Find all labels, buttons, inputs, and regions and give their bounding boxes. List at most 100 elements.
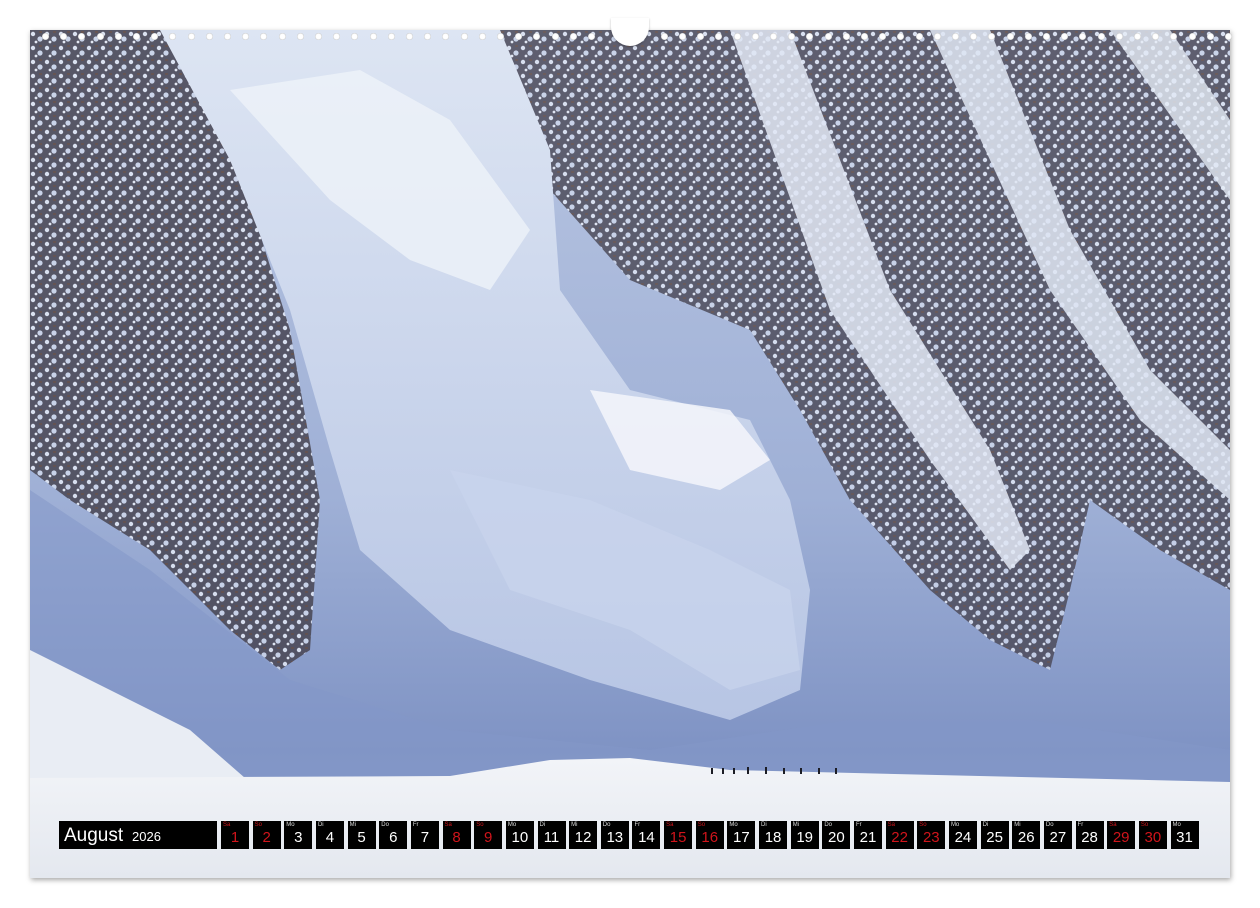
day-cell: Di 25 xyxy=(980,821,1009,849)
weekday-abbrev: Mo xyxy=(507,822,517,828)
binding-hole xyxy=(679,33,686,40)
weekday-abbrev: Mi xyxy=(792,822,800,828)
binding-hole xyxy=(1170,33,1177,40)
day-cell: Do 13 xyxy=(600,821,629,849)
day-number: 16 xyxy=(701,829,719,846)
day-number: 10 xyxy=(511,829,529,846)
day-number: 6 xyxy=(389,829,398,846)
day-number: 7 xyxy=(420,829,430,846)
day-cell: Do 20 xyxy=(822,821,851,849)
binding-hole xyxy=(1116,33,1123,40)
binding-hole xyxy=(497,33,504,40)
weekday-abbrev: So xyxy=(1140,822,1149,828)
day-number: 13 xyxy=(606,829,624,846)
day-number: 25 xyxy=(986,829,1003,846)
weekday-abbrev: Di xyxy=(761,822,767,828)
binding-hole xyxy=(188,33,195,40)
month-year: 2026 xyxy=(132,829,161,844)
calendar-page xyxy=(30,30,1230,878)
binding-hole xyxy=(916,33,923,40)
binding-hole xyxy=(752,33,759,40)
day-number: 12 xyxy=(574,829,592,846)
weekday-abbrev: Di xyxy=(317,822,324,828)
binding-hole xyxy=(242,33,249,40)
binding-hole xyxy=(788,33,795,40)
binding-hole xyxy=(297,33,304,40)
binding-hole xyxy=(60,33,67,40)
binding-hole xyxy=(115,33,122,40)
binding-hole xyxy=(1025,33,1032,40)
weekday-abbrev: Mi xyxy=(349,822,356,828)
binding-hole xyxy=(42,33,49,40)
day-number: 18 xyxy=(764,829,782,846)
binding-hole xyxy=(952,33,959,40)
day-cell: So 16 xyxy=(695,821,724,849)
day-cell: Mo 17 xyxy=(727,821,756,849)
binding-hole xyxy=(206,33,213,40)
weekday-abbrev: Di xyxy=(982,822,989,828)
binding-hole xyxy=(1061,33,1068,40)
weekday-abbrev: Mo xyxy=(729,822,738,828)
day-cell: So 9 xyxy=(474,821,503,849)
binding-hole xyxy=(970,33,977,40)
binding-hole xyxy=(169,33,176,40)
day-cell: Sa 8 xyxy=(442,821,471,849)
day-number: 29 xyxy=(1112,829,1130,846)
weekday-abbrev: Sa xyxy=(887,822,895,828)
weekday-abbrev: Sa xyxy=(223,822,231,828)
day-number: 23 xyxy=(922,829,940,846)
binding-hole xyxy=(697,33,704,40)
weekday-abbrev: Mi xyxy=(571,822,578,828)
day-number: 28 xyxy=(1081,829,1098,846)
binding-hole xyxy=(333,33,340,40)
day-cell: Do 27 xyxy=(1043,821,1072,849)
day-number: 17 xyxy=(733,829,750,846)
month-label-box: August 2026 xyxy=(59,821,217,849)
day-number: 1 xyxy=(230,829,240,846)
weekday-abbrev: Do xyxy=(602,822,611,828)
binding-hole xyxy=(97,33,104,40)
binding-hole xyxy=(715,33,722,40)
day-cell: Di 4 xyxy=(315,821,344,849)
day-cell: Sa 22 xyxy=(885,821,914,849)
binding-hole xyxy=(406,33,413,40)
mountain-photo xyxy=(30,30,1230,878)
day-cell: Fr 21 xyxy=(854,821,882,849)
binding-hole xyxy=(806,33,813,40)
binding-hole xyxy=(934,33,941,40)
day-cell: Di 11 xyxy=(537,821,566,849)
binding-hole xyxy=(533,33,540,40)
weekday-abbrev: Fr xyxy=(412,822,419,828)
day-number: 19 xyxy=(796,829,814,846)
weekday-abbrev: So xyxy=(476,822,484,828)
weekday-abbrev: Sa xyxy=(666,822,674,828)
weekday-abbrev: So xyxy=(254,822,262,828)
binding-hole xyxy=(897,33,904,40)
binding-hole xyxy=(370,33,377,40)
day-cell: Mi 12 xyxy=(569,821,598,849)
binding-hole xyxy=(843,33,850,40)
weekday-abbrev: Mi xyxy=(1014,822,1021,828)
binding-hole xyxy=(1152,33,1159,40)
weekday-abbrev: Fr xyxy=(1077,822,1084,828)
day-cell: Sa 15 xyxy=(664,821,693,849)
month-calendar-strip: August 2026 Sa 1 So 2 Mo 3 Di 4 Mi 5 Do 6 Fr 7 Sa 8 So 9 M… xyxy=(59,821,1203,849)
binding-hole xyxy=(133,33,140,40)
binding-hole xyxy=(770,33,777,40)
day-cell: Mo 3 xyxy=(284,821,313,849)
day-number: 30 xyxy=(1144,829,1162,846)
binding-hole xyxy=(861,33,868,40)
binding-hole xyxy=(661,33,668,40)
day-number: 31 xyxy=(1176,829,1193,846)
binding-hole xyxy=(461,33,468,40)
day-number: 8 xyxy=(452,829,461,846)
binding-hole xyxy=(1043,33,1050,40)
binding-hole xyxy=(1225,33,1232,40)
binding-hole xyxy=(570,33,577,40)
weekday-abbrev: Fr xyxy=(634,822,641,828)
weekday-abbrev: Di xyxy=(539,822,546,828)
binding-hole xyxy=(1189,33,1196,40)
day-number: 9 xyxy=(484,829,493,846)
day-number: 22 xyxy=(891,829,908,846)
binding-hole xyxy=(224,33,231,40)
